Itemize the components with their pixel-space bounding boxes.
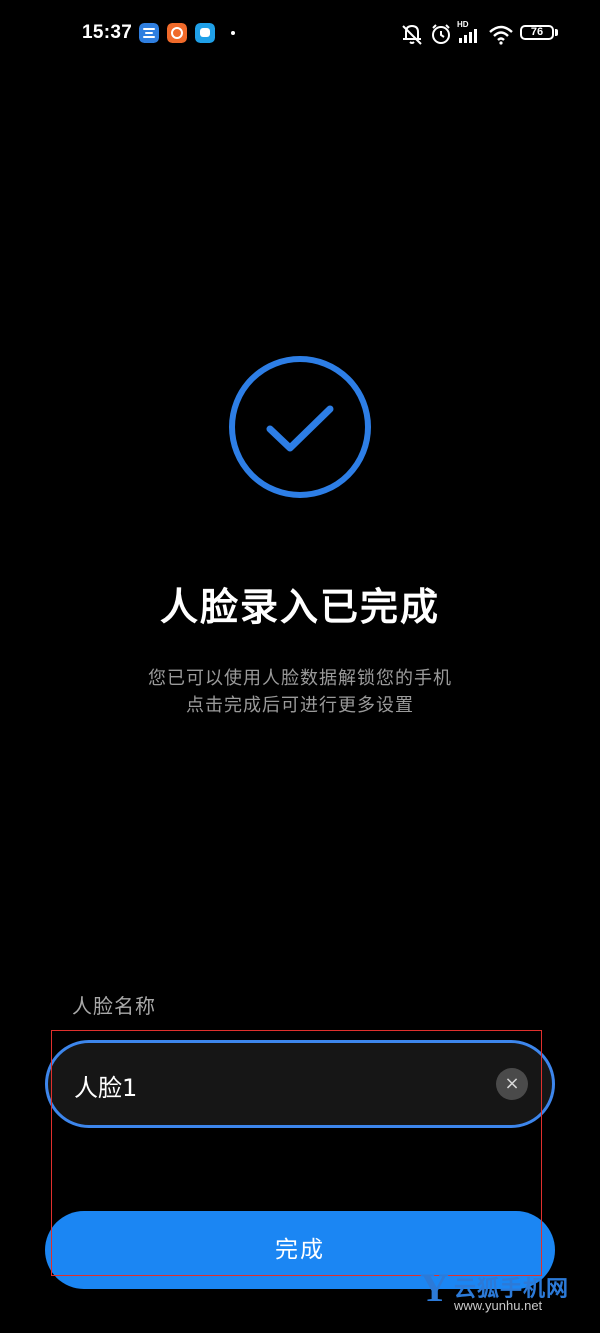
face-name-label: 人脸名称: [72, 994, 156, 1018]
page-title: 人脸录入已完成: [159, 585, 440, 629]
subtitle-line-1: 您已可以使用人脸数据解锁您的手机: [148, 668, 452, 689]
status-time: 15:37: [82, 22, 133, 43]
subtitle-line-2: 点击完成后可进行更多设置: [186, 695, 414, 716]
watermark-url: www.yunhu.net: [454, 1298, 543, 1313]
app-icon-chat: [195, 23, 215, 43]
clear-icon[interactable]: ×: [496, 1068, 528, 1100]
mute-bell-icon: [402, 24, 422, 45]
success-check-icon: [229, 356, 371, 498]
status-bar: 15:37 HD 76: [0, 0, 600, 68]
face-name-input[interactable]: [72, 1043, 476, 1127]
notification-dot: [231, 31, 235, 35]
app-icon-orange: [167, 23, 187, 43]
watermark-logo: Y 云狐手机网 www.yunhu.net: [420, 1268, 592, 1318]
watermark-letter: Y: [420, 1265, 449, 1310]
wifi-icon: [489, 25, 513, 45]
cellular-signal-icon: [459, 29, 477, 43]
face-name-field[interactable]: ×: [45, 1040, 555, 1128]
battery-tip: [555, 29, 558, 36]
app-icon-blue: [139, 23, 159, 43]
alarm-icon: [432, 24, 450, 44]
battery-icon: 76: [520, 25, 554, 40]
battery-level: 76: [530, 26, 544, 38]
